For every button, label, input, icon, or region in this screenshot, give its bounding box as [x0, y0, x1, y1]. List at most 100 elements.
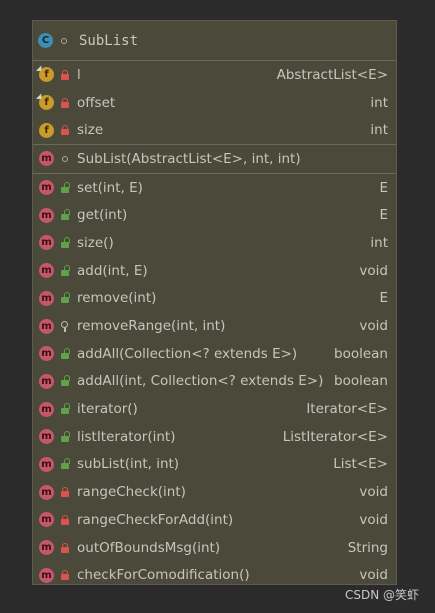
package-visibility-icon: [61, 37, 67, 44]
method-row[interactable]: m addAll(Collection<? extends E>) boolean: [33, 340, 396, 368]
field-type: int: [370, 122, 388, 139]
lock-body: [61, 297, 69, 304]
public-unlock-icon: [60, 347, 70, 360]
private-lock-icon: [60, 124, 70, 136]
lock-body: [61, 491, 69, 498]
public-unlock-icon: [60, 236, 70, 249]
method-row[interactable]: m listIterator(int) ListIterator<E>: [33, 423, 396, 451]
method-name: remove(int): [77, 290, 157, 307]
private-lock-icon: [60, 69, 70, 81]
method-icon: m: [39, 373, 54, 389]
method-row[interactable]: m outOfBoundsMsg(int) String: [33, 534, 396, 562]
field-row[interactable]: f size int: [33, 116, 396, 144]
method-type: int: [370, 234, 388, 251]
field-icon: f ◢: [36, 64, 54, 83]
lock-body: [61, 546, 69, 553]
class-header[interactable]: C SubList: [33, 21, 396, 61]
lock-body: [61, 408, 69, 415]
lock-body: [61, 101, 69, 108]
method-name: subList(int, int): [77, 456, 180, 473]
constructor-row[interactable]: m SubList(AbstractList<E>, int, int): [33, 144, 396, 173]
method-icon: m: [39, 512, 54, 528]
method-row[interactable]: m checkForComodification() void: [33, 561, 396, 589]
package-circle-icon: [60, 153, 70, 165]
private-lock-icon: [60, 486, 70, 498]
public-unlock-icon: [60, 209, 70, 221]
method-icon: m: [39, 401, 54, 417]
method-icon: m: [39, 207, 54, 223]
method-name: set(int, E): [77, 179, 143, 196]
lock-body: [61, 574, 69, 581]
method-name: rangeCheck(int): [77, 484, 186, 501]
public-unlock-icon: [60, 264, 70, 277]
public-unlock-icon: [60, 181, 70, 194]
method-row[interactable]: m rangeCheckForAdd(int) void: [33, 506, 396, 534]
lock-body: [61, 380, 69, 387]
method-type: String: [347, 539, 388, 556]
method-row[interactable]: m addAll(int, Collection<? extends E>) boo…: [33, 368, 396, 396]
method-row[interactable]: m size() int: [33, 229, 396, 257]
field-row[interactable]: f ◢ offset int: [33, 89, 396, 117]
method-type: ListIterator<E>: [282, 428, 388, 445]
package-circle: [62, 155, 68, 162]
method-name: iterator(): [77, 401, 138, 418]
lock-body: [61, 73, 69, 80]
method-row[interactable]: m removeRange(int, int) void: [33, 312, 396, 340]
method-icon: m: [39, 263, 54, 279]
method-name: add(int, E): [77, 262, 148, 279]
public-unlock-icon: [60, 430, 70, 443]
method-row[interactable]: m remove(int) E: [33, 285, 396, 313]
method-icon: m: [39, 290, 54, 306]
class-structure-panel: C SubList f ◢ l AbstractList<E> f ◢ offset int f…: [32, 20, 397, 585]
lock-body: [61, 214, 69, 221]
method-name: get(int): [77, 207, 128, 224]
method-name: rangeCheckForAdd(int): [77, 511, 234, 528]
method-row[interactable]: m subList(int, int) List<E>: [33, 451, 396, 479]
method-icon: m: [39, 429, 54, 445]
method-type: boolean: [334, 373, 388, 390]
method-type: E: [379, 179, 388, 196]
private-lock-icon: [60, 569, 70, 581]
method-icon: m: [39, 180, 54, 196]
lock-body: [61, 269, 69, 276]
class-name: SubList: [79, 32, 139, 49]
method-icon: m: [39, 484, 54, 500]
method-type: Iterator<E>: [306, 401, 388, 418]
field-name: l: [77, 66, 81, 83]
class-icon: C: [38, 33, 53, 48]
method-row[interactable]: m rangeCheck(int) void: [33, 478, 396, 506]
method-name: checkForComodification(): [77, 567, 250, 584]
method-icon: m: [39, 318, 54, 334]
method-icon: m: [39, 540, 54, 556]
pin-icon: ◢: [36, 64, 42, 73]
field-row[interactable]: f ◢ l AbstractList<E>: [33, 61, 396, 89]
method-name: size(): [77, 234, 114, 251]
lock-body: [61, 518, 69, 525]
method-type: void: [359, 484, 388, 501]
method-type: void: [359, 262, 388, 279]
private-lock-icon: [60, 542, 70, 554]
private-lock-icon: [60, 97, 70, 109]
field-name: size: [77, 122, 104, 139]
field-type: AbstractList<E>: [276, 66, 388, 83]
method-row[interactable]: m set(int, E) E: [33, 172, 396, 202]
method-type: void: [359, 318, 388, 335]
method-name: addAll(int, Collection<? extends E>): [77, 373, 324, 390]
method-name: outOfBoundsMsg(int): [77, 539, 221, 556]
method-type: E: [379, 290, 388, 307]
method-icon: m: [39, 456, 54, 472]
public-unlock-icon: [60, 403, 70, 415]
method-row[interactable]: m iterator() Iterator<E>: [33, 395, 396, 423]
key-shaft: [64, 327, 66, 333]
method-row[interactable]: m get(int) E: [33, 201, 396, 229]
field-name: offset: [77, 94, 116, 111]
method-type: List<E>: [333, 456, 388, 473]
lock-body: [61, 435, 69, 442]
method-row[interactable]: m add(int, E) void: [33, 257, 396, 285]
method-name: addAll(Collection<? extends E>): [77, 345, 298, 362]
method-icon: m: [39, 346, 54, 362]
method-type: void: [359, 567, 388, 584]
method-icon: m: [39, 151, 54, 167]
field-icon: f ◢: [36, 92, 54, 111]
method-icon: m: [39, 567, 54, 583]
